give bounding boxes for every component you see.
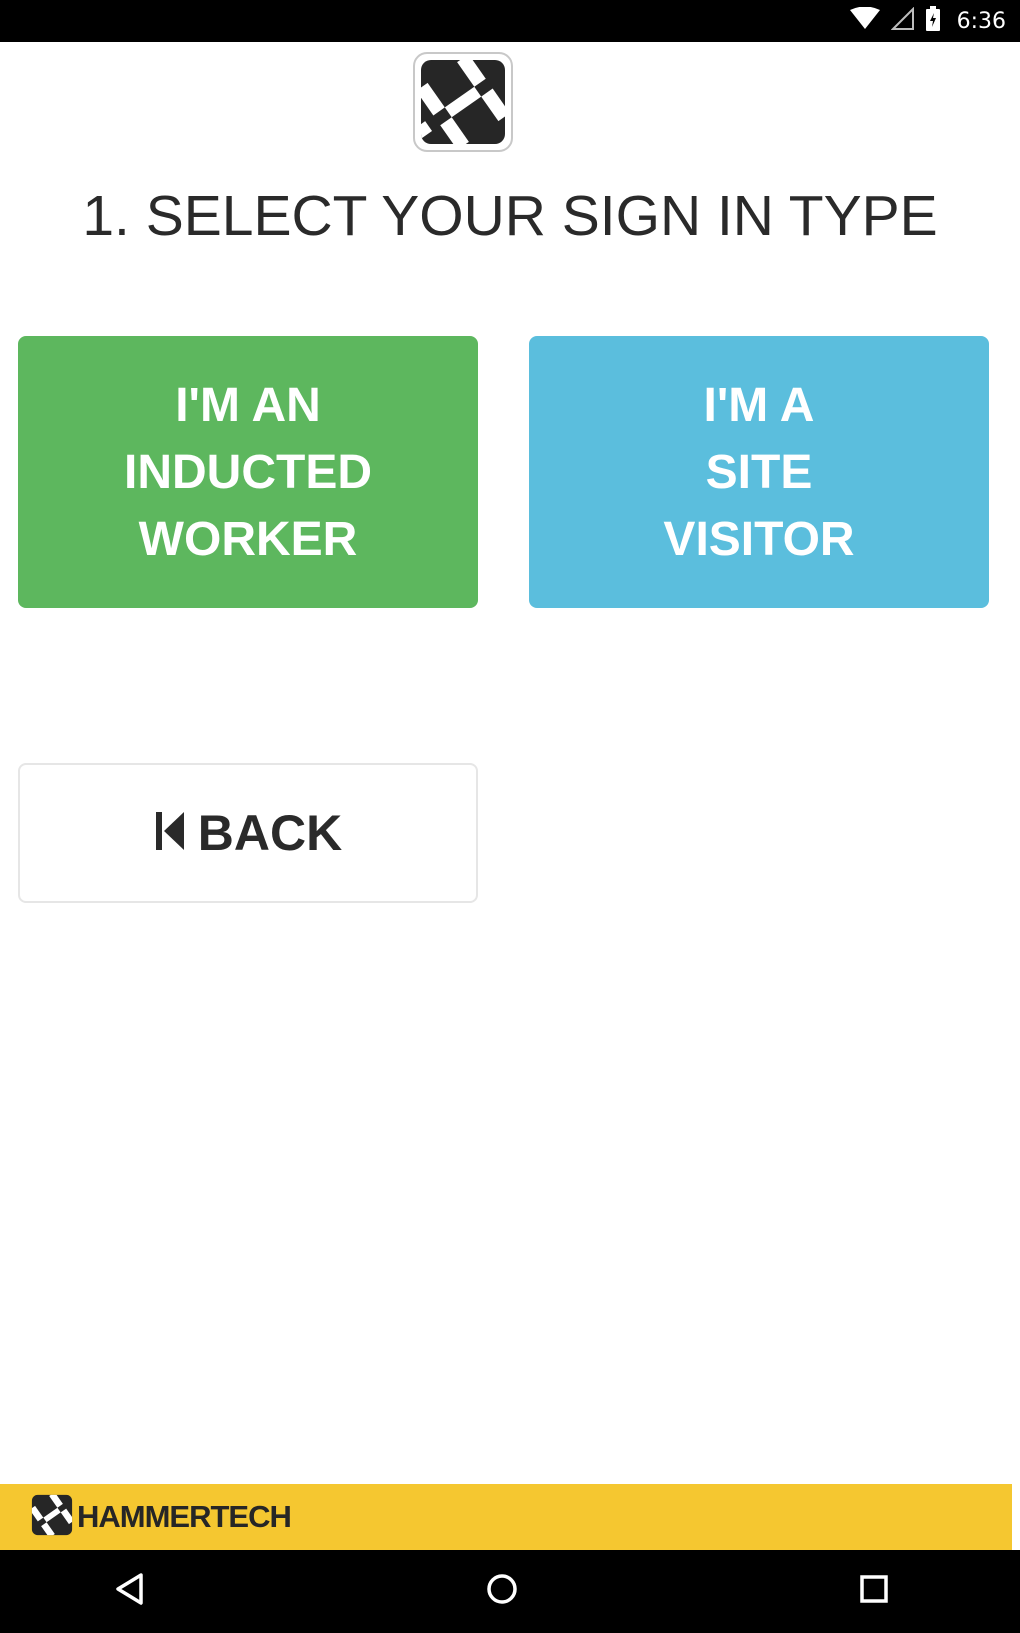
site-visitor-button[interactable]: I'M A SITE VISITOR <box>529 336 989 608</box>
status-icons: 6:36 <box>849 0 1006 42</box>
label-line: WORKER <box>138 512 358 566</box>
skip-back-icon <box>154 810 186 857</box>
nav-recents-button[interactable] <box>829 1550 919 1633</box>
hammertech-small-logo-icon <box>30 1493 74 1542</box>
nav-home-button[interactable] <box>457 1550 547 1633</box>
back-button[interactable]: BACK <box>18 763 478 903</box>
label-line: INDUCTED <box>124 445 372 499</box>
inducted-worker-label: I'M AN INDUCTED WORKER <box>124 372 372 573</box>
back-label: BACK <box>197 805 343 861</box>
brand-name: HAMMERTECH <box>77 1499 292 1534</box>
brand-logo: HAMMERTECH <box>30 1493 292 1542</box>
nav-back-button[interactable] <box>85 1550 175 1633</box>
back-triangle-icon <box>113 1572 147 1611</box>
status-bar: 6:36 <box>0 0 1020 42</box>
site-visitor-label: I'M A SITE VISITOR <box>663 372 854 573</box>
label-line: VISITOR <box>663 512 855 566</box>
home-circle-icon <box>485 1572 519 1611</box>
recents-square-icon <box>857 1572 891 1611</box>
hammertech-logo-icon <box>413 52 513 152</box>
label-line: I'M AN <box>175 378 321 432</box>
wifi-icon <box>849 6 881 36</box>
navigation-bar <box>0 1550 1020 1633</box>
status-time: 6:36 <box>956 8 1006 34</box>
page-title: 1. SELECT YOUR SIGN IN TYPE <box>82 184 938 248</box>
label-line: SITE <box>705 445 813 499</box>
cell-signal-icon <box>890 6 915 36</box>
label-line: I'M A <box>703 378 815 432</box>
brand-footer: HAMMERTECH <box>0 1484 1012 1550</box>
inducted-worker-button[interactable]: I'M AN INDUCTED WORKER <box>18 336 478 608</box>
battery-icon <box>925 5 941 37</box>
